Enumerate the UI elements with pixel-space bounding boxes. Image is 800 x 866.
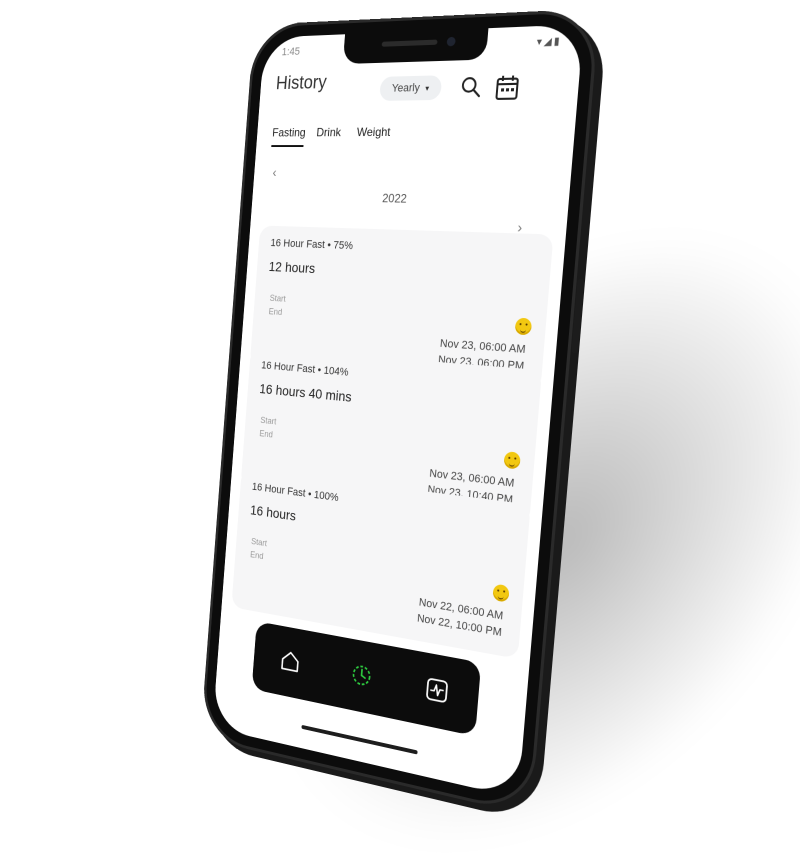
activity-icon[interactable]	[424, 675, 451, 706]
tab-active-indicator	[271, 145, 303, 147]
start-label: Start	[260, 415, 277, 426]
tab-weight[interactable]: Weight	[356, 125, 391, 139]
period-dropdown[interactable]: Yearly ▾	[379, 75, 442, 101]
search-icon[interactable]	[459, 75, 482, 98]
home-icon[interactable]	[278, 647, 302, 676]
year-label: 2022	[382, 191, 408, 206]
end-label: End	[268, 306, 282, 316]
start-label: Start	[251, 536, 267, 548]
phone-screen: 1:45 ▾◢▮ History Yearly ▾ Fasting	[212, 24, 583, 798]
front-camera	[446, 37, 455, 47]
calendar-icon[interactable]	[494, 73, 520, 101]
side-button	[572, 278, 585, 353]
end-label: End	[250, 549, 264, 561]
chevron-down-icon: ▾	[425, 83, 430, 92]
status-time: 1:45	[281, 46, 300, 58]
mood-emoji-icon	[492, 584, 509, 603]
mood-emoji-icon	[503, 451, 520, 469]
start-label: Start	[269, 293, 286, 304]
fast-type-label: 16 Hour Fast • 75%	[270, 237, 353, 252]
notch	[343, 28, 489, 64]
fast-duration: 16 hours 40 mins	[259, 381, 352, 405]
status-icons: ▾◢▮	[536, 36, 562, 49]
home-indicator	[301, 725, 417, 755]
fast-type-label: 16 Hour Fast • 104%	[261, 360, 349, 379]
speaker	[382, 40, 438, 47]
phone-mockup: 1:45 ▾◢▮ History Yearly ▾ Fasting	[168, 6, 642, 836]
page-title: History	[275, 72, 327, 95]
tab-fasting[interactable]: Fasting	[272, 126, 306, 140]
fast-duration: 12 hours	[268, 258, 315, 276]
mood-emoji-icon	[515, 318, 533, 336]
tab-drink[interactable]: Drink	[316, 125, 342, 139]
previous-year-button[interactable]: ‹	[272, 164, 277, 179]
start-date: Nov 23, 06:00 AM	[440, 338, 526, 357]
period-label: Yearly	[391, 82, 420, 95]
end-label: End	[259, 428, 273, 439]
fasting-timer-icon[interactable]	[349, 660, 374, 690]
fast-type-label: 16 Hour Fast • 100%	[252, 481, 339, 504]
fast-duration: 16 hours	[250, 502, 297, 524]
phone-body: 1:45 ▾◢▮ History Yearly ▾ Fasting	[200, 8, 600, 816]
